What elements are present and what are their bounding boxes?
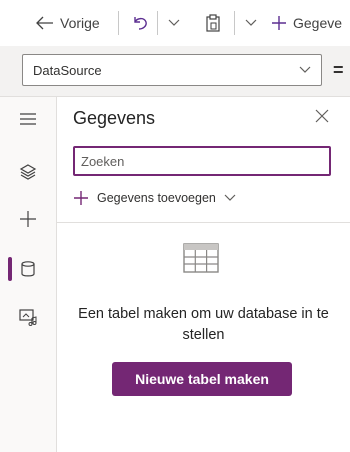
data-button[interactable] bbox=[0, 252, 56, 286]
panel-title: Gegevens bbox=[73, 108, 156, 128]
layers-icon bbox=[19, 163, 37, 181]
close-button[interactable] bbox=[315, 109, 329, 128]
chevron-down-icon bbox=[245, 19, 257, 27]
insert-button[interactable] bbox=[0, 202, 56, 236]
property-dropdown[interactable]: DataSource bbox=[22, 54, 322, 86]
toolbar-divider bbox=[157, 11, 158, 35]
table-icon bbox=[183, 243, 219, 278]
plus-icon bbox=[19, 210, 37, 228]
add-data-button[interactable]: Gegevens toevoegen bbox=[73, 187, 236, 209]
property-value: DataSource bbox=[33, 62, 102, 78]
clipboard-icon bbox=[205, 14, 221, 32]
undo-button[interactable] bbox=[131, 10, 149, 36]
chevron-down-icon bbox=[168, 19, 180, 27]
equals-sign: = bbox=[333, 60, 344, 80]
data-panel: Gegevens Gegevens toevoegen Een tabel ma… bbox=[57, 97, 350, 452]
undo-dropdown-button[interactable] bbox=[168, 10, 180, 36]
chevron-down-icon bbox=[299, 66, 311, 74]
toolbar-divider bbox=[234, 11, 235, 35]
plus-icon bbox=[73, 190, 89, 206]
empty-state-message: Een tabel maken om uw database in te ste… bbox=[78, 306, 329, 343]
command-bar: Vorige Gegeve bbox=[0, 0, 350, 46]
media-button[interactable] bbox=[0, 300, 56, 334]
plus-icon bbox=[271, 15, 287, 31]
media-icon bbox=[19, 308, 37, 326]
paste-button[interactable] bbox=[205, 10, 221, 36]
search-input[interactable] bbox=[73, 146, 331, 176]
add-data-toolbar-button[interactable]: Gegeve bbox=[271, 10, 342, 36]
close-icon bbox=[315, 109, 329, 123]
menu-button[interactable] bbox=[0, 102, 56, 136]
back-button[interactable]: Vorige bbox=[36, 10, 100, 36]
tree-view-button[interactable] bbox=[0, 155, 56, 189]
add-data-toolbar-label: Gegeve bbox=[293, 15, 343, 31]
undo-icon bbox=[131, 14, 149, 32]
back-label: Vorige bbox=[60, 15, 100, 31]
toolbar-divider bbox=[118, 11, 119, 35]
menu-icon bbox=[20, 113, 36, 125]
chevron-down-icon bbox=[224, 194, 236, 202]
arrow-left-icon bbox=[36, 16, 54, 30]
add-data-label: Gegevens toevoegen bbox=[97, 191, 216, 205]
panel-divider bbox=[57, 222, 350, 223]
left-rail bbox=[0, 97, 57, 452]
paste-dropdown-button[interactable] bbox=[245, 10, 257, 36]
formula-bar: DataSource = bbox=[0, 46, 350, 97]
create-table-button[interactable]: Nieuwe tabel maken bbox=[112, 362, 292, 396]
database-icon bbox=[21, 261, 35, 277]
